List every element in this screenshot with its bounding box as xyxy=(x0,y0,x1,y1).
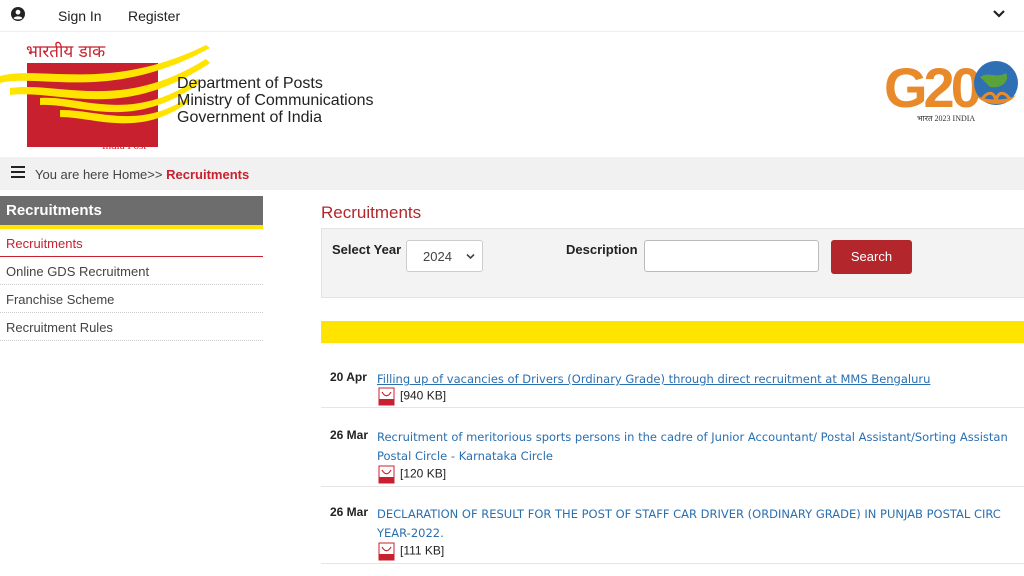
breadcrumb-prefix: You are here xyxy=(35,167,109,182)
logo-hindi-text: भारतीय डाक xyxy=(26,42,106,62)
entry-attachment[interactable]: [111 KB] xyxy=(377,542,444,561)
list-item: 20 Apr Filling up of vacancies of Driver… xyxy=(321,370,1024,408)
entry-date: 20 Apr xyxy=(330,370,367,384)
chevron-down-icon[interactable] xyxy=(992,9,1006,19)
entry-attachment[interactable]: [120 KB] xyxy=(377,465,446,484)
dept-line: Government of India xyxy=(177,109,322,126)
year-select-value: 2024 xyxy=(423,249,452,264)
breadcrumb-bar: You are here Home>> Recruitments xyxy=(0,157,1024,190)
entry-date: 26 Mar xyxy=(330,428,369,442)
chevron-down-icon xyxy=(466,253,475,260)
entry-title-link[interactable]: Filling up of vacancies of Drivers (Ordi… xyxy=(377,370,1024,389)
g20-logo-text: G20 xyxy=(884,56,980,119)
logo-caption: India Post xyxy=(102,140,147,152)
register-link[interactable]: Register xyxy=(128,8,180,24)
pdf-icon[interactable] xyxy=(377,387,396,406)
sidebar-item-recruitment-rules[interactable]: Recruitment Rules xyxy=(0,313,263,341)
sidebar-item-franchise-scheme[interactable]: Franchise Scheme xyxy=(0,285,263,313)
g20-subtitle: भारत 2023 INDIA xyxy=(917,114,976,123)
breadcrumb-home[interactable]: Home>> xyxy=(113,167,163,182)
department-title: Department of Posts Ministry of Communic… xyxy=(177,75,374,126)
entry-attachment[interactable]: [940 KB] xyxy=(377,387,446,406)
entry-title-line: YEAR-2022. xyxy=(377,526,444,540)
top-bar: Sign In Register xyxy=(0,0,1024,32)
sidebar-title: Recruitments xyxy=(0,196,263,229)
entry-size: [120 KB] xyxy=(400,466,447,481)
entry-title-line: Recruitment of meritorious sports person… xyxy=(377,430,1008,444)
year-label: Select Year xyxy=(332,242,402,257)
dept-line: Department of Posts xyxy=(177,75,323,92)
sidebar-item-recruitments[interactable]: Recruitments xyxy=(0,229,263,257)
entry-size: [111 KB] xyxy=(400,543,445,558)
breadcrumb-current: Recruitments xyxy=(166,167,250,182)
site-header: भारतीय डाक India Post Department of Post… xyxy=(0,33,1024,157)
entry-title-line: Postal Circle - Karnataka Circle xyxy=(377,449,553,463)
search-button[interactable]: Search xyxy=(831,240,912,274)
entry-title-line: DECLARATION OF RESULT FOR THE POST OF ST… xyxy=(377,507,1001,521)
sidebar-item-online-gds-recruitment[interactable]: Online GDS Recruitment xyxy=(0,257,263,285)
list-item: 26 Mar Recruitment of meritorious sports… xyxy=(321,428,1024,487)
description-label: Description xyxy=(566,242,638,257)
description-input[interactable] xyxy=(644,240,819,272)
filter-panel: Select Year 2024 Description Search xyxy=(321,228,1024,298)
entry-date: 26 Mar xyxy=(330,505,369,519)
user-icon[interactable] xyxy=(11,7,25,21)
sign-in-link[interactable]: Sign In xyxy=(58,8,102,24)
entry-title-link[interactable]: DECLARATION OF RESULT FOR THE POST OF ST… xyxy=(377,505,1024,543)
pdf-icon[interactable] xyxy=(377,542,396,561)
entry-title-line: Filling up of vacancies of Drivers (Ordi… xyxy=(377,372,931,386)
page-title: Recruitments xyxy=(321,203,422,222)
list-item: 26 Mar DECLARATION OF RESULT FOR THE POS… xyxy=(321,505,1024,564)
divider-band xyxy=(321,321,1024,343)
pdf-icon[interactable] xyxy=(377,465,396,484)
year-select[interactable]: 2024 xyxy=(406,240,483,272)
dept-line: Ministry of Communications xyxy=(177,92,374,109)
breadcrumb: You are here Home>> Recruitments xyxy=(35,167,249,182)
sidebar: Recruitments Recruitments Online GDS Rec… xyxy=(0,196,263,341)
entry-size: [940 KB] xyxy=(400,388,447,403)
entry-title-link[interactable]: Recruitment of meritorious sports person… xyxy=(377,428,1024,466)
hamburger-menu-icon[interactable] xyxy=(11,166,25,178)
